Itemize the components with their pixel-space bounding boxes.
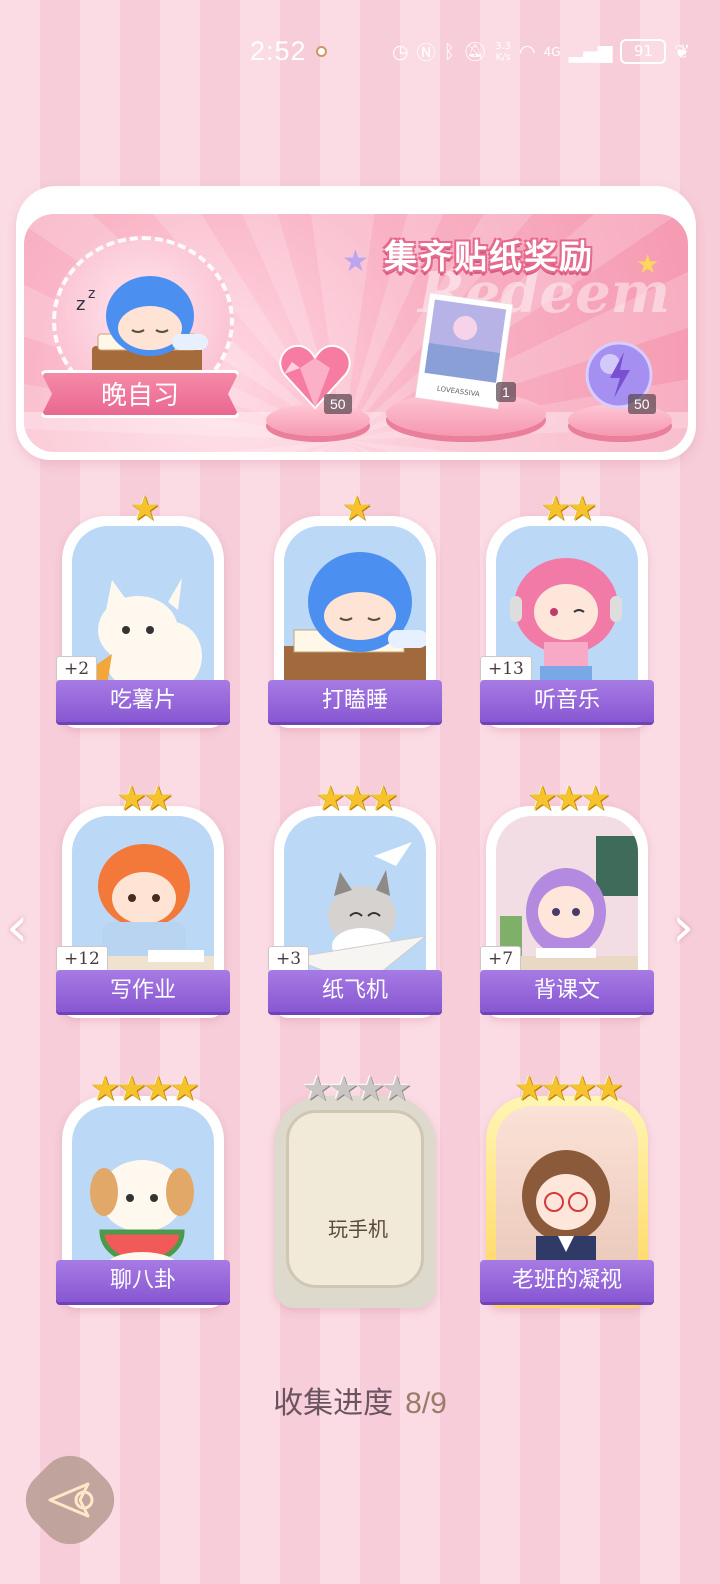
card-stars: ★ <box>129 489 160 529</box>
card-count-badge: +13 <box>480 656 532 682</box>
card-stars: ★★★ <box>315 779 398 819</box>
sticker-card-gold[interactable]: ★★★★ 老班的凝视 <box>480 1072 654 1312</box>
sticker-card-locked[interactable]: 玩手机 ★★★★ <box>268 1072 442 1312</box>
network-type: 4G <box>543 44 561 59</box>
status-icons: ◷ Ⓝ ᛒ 🔕︎ 3.3 K/s ◠ 4G ▂▄▆ 91 ❦ <box>392 38 690 65</box>
level-ribbon: 晚自习 <box>40 370 240 418</box>
photo-card-count: 1 <box>496 382 516 402</box>
puppy-watermelon-icon <box>90 1160 194 1280</box>
card-art <box>72 1106 214 1286</box>
card-label: 吃薯片 <box>56 680 230 722</box>
card-stars: ★★★★ <box>514 1069 624 1109</box>
sleeping-boy-icon <box>284 552 426 706</box>
card-stars: ★★ <box>540 489 598 529</box>
heart-gem-count: 50 <box>324 394 352 414</box>
signal-icon: ▂▄▆ <box>568 40 613 63</box>
sticker-card[interactable]: ★ +2 吃薯片 <box>56 492 230 732</box>
card-stars: ★★★★ <box>90 1069 200 1109</box>
card-art <box>284 526 426 706</box>
banner-title: 集齐贴纸奖励 <box>384 237 594 276</box>
card-label: 背课文 <box>480 970 654 1012</box>
notification-icon <box>316 46 327 57</box>
card-label: 玩手机 <box>328 1217 388 1241</box>
status-bar: 2:52 ◷ Ⓝ ᛒ 🔕︎ 3.3 K/s ◠ 4G ▂▄▆ 91 ❦ <box>0 0 720 100</box>
back-arrow-icon <box>48 1482 94 1518</box>
progress-label: 收集进度 <box>273 1386 394 1421</box>
svg-text:z: z <box>76 294 85 315</box>
card-count-badge: +2 <box>56 656 98 682</box>
leaf-icon: ❦ <box>674 40 691 63</box>
clock-icon: ◷ <box>392 40 409 63</box>
card-stars: ★★★ <box>527 779 610 819</box>
bluetooth-icon: ᛒ <box>443 40 456 63</box>
banner-title-wrap: 集齐贴纸奖励 <box>384 230 634 284</box>
sticker-card[interactable]: ★★ +13 听音乐 <box>480 492 654 732</box>
network-speed: 3.3 K/s <box>495 40 512 63</box>
prev-page-button[interactable]: ‹ <box>6 900 46 960</box>
wifi-icon: ◠ <box>519 40 536 63</box>
battery-icon: 91 <box>620 39 667 64</box>
reward-banner: Redeem ★ 集齐贴纸奖励 ★ z z 晚自习 50 LOVEASSIVA … <box>16 186 696 460</box>
reward-banner-background: Redeem ★ 集齐贴纸奖励 ★ z z 晚自习 50 LOVEASSIVA … <box>24 214 688 452</box>
energy-orb-count: 50 <box>628 394 656 414</box>
card-stars: ★★★★ <box>302 1069 412 1109</box>
mute-icon: 🔕︎ <box>463 41 488 63</box>
card-placeholder: 玩手机 <box>286 1110 424 1288</box>
card-label: 老班的凝视 <box>480 1260 654 1302</box>
sticker-card[interactable]: ★★ +12 写作业 <box>56 782 230 1022</box>
purple-star-icon: ★ <box>342 244 369 279</box>
sticker-card[interactable]: ★ 打瞌睡 <box>268 492 442 732</box>
card-label: 听音乐 <box>480 680 654 722</box>
card-label: 纸飞机 <box>268 970 442 1012</box>
sticker-card[interactable]: ★★★★ 聊八卦 <box>56 1072 230 1312</box>
card-label: 聊八卦 <box>56 1260 230 1302</box>
card-art <box>496 1106 638 1286</box>
status-time: 2:52 <box>250 36 307 66</box>
card-count-badge: +12 <box>56 946 108 972</box>
sticker-card[interactable]: ★★★ +7 背课文 <box>480 782 654 1022</box>
gold-star-icon: ★ <box>636 250 660 280</box>
card-stars: ★ <box>341 489 372 529</box>
progress-value: 8/9 <box>405 1387 447 1420</box>
sleeping-boy-icon: z z <box>76 276 208 376</box>
next-page-button[interactable]: › <box>672 900 712 960</box>
collection-progress: 收集进度 8/9 <box>0 1378 720 1422</box>
nfc-icon: Ⓝ <box>416 42 436 64</box>
teacher-gaze-icon <box>522 1150 610 1276</box>
svg-text:z: z <box>88 286 95 302</box>
card-label: 打瞌睡 <box>268 680 442 722</box>
card-label: 写作业 <box>56 970 230 1012</box>
card-stars: ★★ <box>116 779 174 819</box>
sticker-card[interactable]: ★★★ +3 纸飞机 <box>268 782 442 1022</box>
card-count-badge: +3 <box>268 946 310 972</box>
card-count-badge: +7 <box>480 946 522 972</box>
